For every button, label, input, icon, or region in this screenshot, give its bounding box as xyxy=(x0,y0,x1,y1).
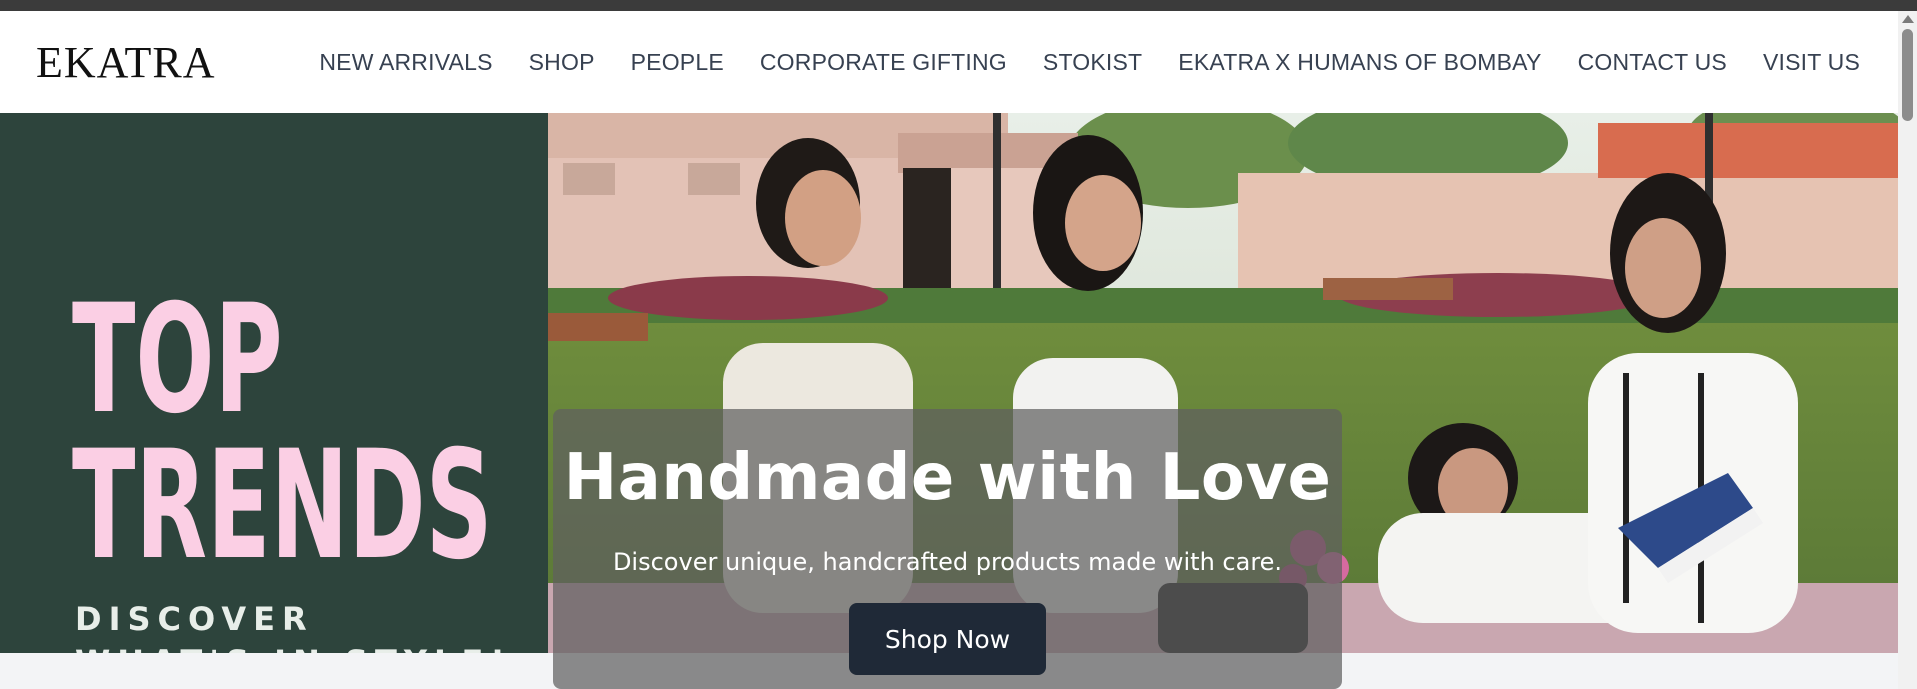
nav-people[interactable]: PEOPLE xyxy=(631,49,724,76)
scrollbar-thumb[interactable] xyxy=(1902,29,1913,121)
nav-new-arrivals[interactable]: NEW ARRIVALS xyxy=(319,49,492,76)
hero-subtitle: Discover unique, handcrafted products ma… xyxy=(612,548,1283,576)
shop-now-button[interactable]: Shop Now xyxy=(849,603,1046,675)
scroll-up-arrow-icon[interactable] xyxy=(1902,15,1914,23)
nav-shop[interactable]: SHOP xyxy=(529,49,595,76)
nav-stokist[interactable]: STOKIST xyxy=(1043,49,1142,76)
promo-panel[interactable]: TOP TRENDS DISCOVER WHAT'S IN STYLE! xyxy=(0,113,548,653)
site-header: EKATRA NEW ARRIVALS SHOP PEOPLE CORPORAT… xyxy=(0,11,1898,113)
page-scrollbar[interactable] xyxy=(1898,11,1917,689)
brand-logo[interactable]: EKATRA xyxy=(36,37,216,88)
promo-subtitle-line-2: WHAT'S IN STYLE! xyxy=(75,643,512,653)
promo-title-line-1: TOP xyxy=(72,273,283,447)
promo-subtitle-line-1: DISCOVER xyxy=(75,600,314,638)
nav-visit-us[interactable]: VISIT US xyxy=(1763,49,1860,76)
browser-top-bar xyxy=(0,0,1917,11)
nav-humans-of-bombay[interactable]: EKATRA X HUMANS OF BOMBAY xyxy=(1178,49,1541,76)
main-nav: NEW ARRIVALS SHOP PEOPLE CORPORATE GIFTI… xyxy=(283,11,1860,113)
hero-title: Handmade with Love xyxy=(563,441,1332,515)
nav-corporate-gifting[interactable]: CORPORATE GIFTING xyxy=(760,49,1007,76)
nav-contact-us[interactable]: CONTACT US xyxy=(1578,49,1727,76)
promo-title-line-2: TRENDS xyxy=(72,419,493,593)
